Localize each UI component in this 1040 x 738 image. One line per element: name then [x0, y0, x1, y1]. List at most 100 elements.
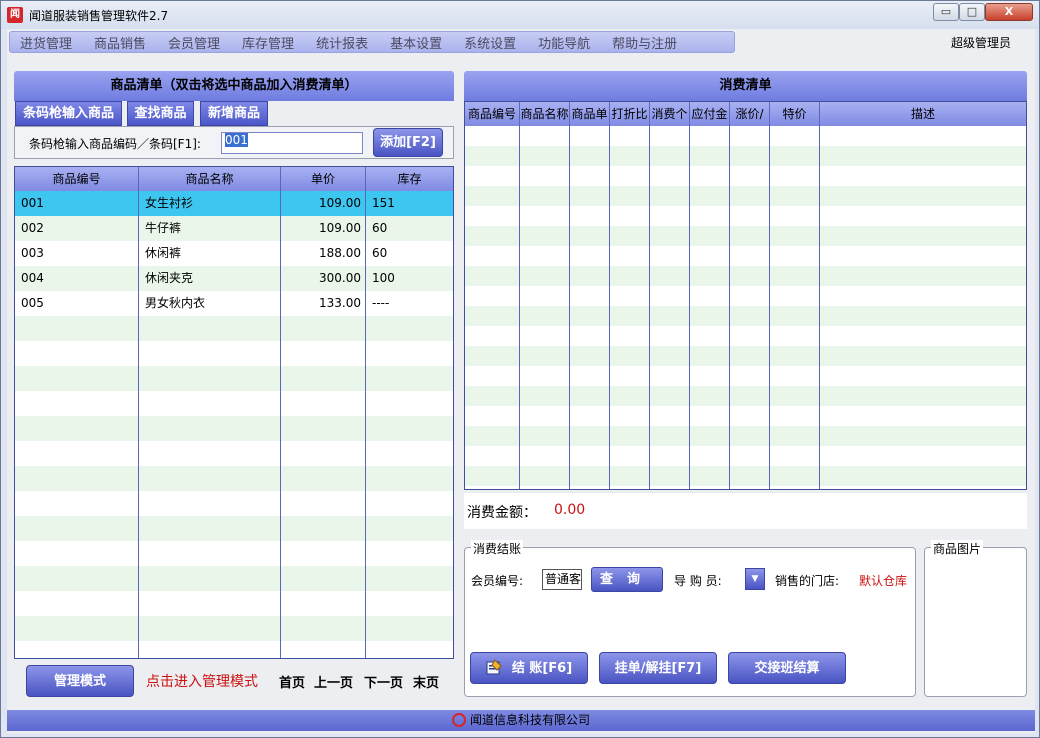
table-row[interactable] [465, 146, 1026, 166]
close-button[interactable]: X [985, 3, 1033, 21]
table-row[interactable] [465, 426, 1026, 446]
management-mode-hint[interactable]: 点击进入管理模式 [146, 671, 258, 691]
hang-order-button[interactable]: 挂单/解挂[F7] [599, 652, 717, 684]
consume-col-divider [819, 126, 820, 489]
menu-item-reports[interactable]: 统计报表 [316, 33, 368, 52]
table-row[interactable] [15, 516, 453, 541]
minimize-button[interactable]: ▭ [933, 3, 959, 21]
table-cell: 109.00 [319, 196, 361, 210]
col-header-unit-price[interactable]: 商品单 [570, 102, 610, 126]
user-role-label: 超级管理员 [951, 36, 1012, 50]
shift-handover-button[interactable]: 交接班结算 [728, 652, 846, 684]
col-header-code[interactable]: 商品编号 [465, 102, 520, 126]
pager-last[interactable]: 末页 [413, 672, 439, 691]
menu-item-sales[interactable]: 商品销售 [94, 33, 146, 52]
table-row[interactable] [15, 591, 453, 616]
table-cell: 151 [372, 196, 395, 210]
consume-col-divider [689, 126, 690, 489]
chevron-down-icon: ▼ [751, 574, 759, 584]
table-row[interactable] [15, 541, 453, 566]
product-image-title: 商品图片 [931, 540, 984, 557]
table-row[interactable] [465, 366, 1026, 386]
table-row[interactable]: 004 休闲夹克 300.00 100 [15, 266, 453, 291]
table-row[interactable]: 002 牛仔裤 109.00 60 [15, 216, 453, 241]
col-header-quantity[interactable]: 消费个 [650, 102, 690, 126]
tab-barcode-input[interactable]: 条码枪输入商品 [15, 101, 122, 126]
table-row[interactable] [465, 286, 1026, 306]
barcode-input-value: 001 [225, 133, 248, 147]
table-row[interactable]: 003 休闲裤 188.00 60 [15, 241, 453, 266]
table-row[interactable] [15, 641, 453, 658]
table-row[interactable] [465, 346, 1026, 366]
guide-label: 导 购 员: [674, 574, 722, 588]
table-row[interactable] [465, 466, 1026, 486]
company-name: 闻道信息科技有限公司 [469, 713, 590, 727]
table-row[interactable] [465, 186, 1026, 206]
table-cell: 牛仔裤 [145, 221, 182, 235]
table-row[interactable]: 001 女生衬衫 109.00 151 [15, 191, 453, 216]
barcode-input[interactable]: 001 [221, 132, 363, 154]
table-row[interactable] [465, 126, 1026, 146]
table-row[interactable] [465, 306, 1026, 326]
table-row[interactable] [465, 486, 1026, 489]
table-row[interactable] [15, 391, 453, 416]
pager-prev[interactable]: 上一页 [314, 672, 353, 691]
table-row[interactable] [15, 441, 453, 466]
table-row[interactable] [15, 491, 453, 516]
col-header-name[interactable]: 商品名称 [139, 167, 281, 191]
guide-dropdown[interactable]: ▼ [745, 568, 765, 590]
menu-bar: 进货管理 商品销售 会员管理 库存管理 统计报表 基本设置 系统设置 功能导航 … [9, 31, 735, 53]
menu-item-basic-settings[interactable]: 基本设置 [390, 33, 442, 52]
table-row[interactable] [15, 466, 453, 491]
table-row[interactable] [465, 166, 1026, 186]
col-header-price[interactable]: 单价 [281, 167, 366, 191]
col-header-code[interactable]: 商品编号 [15, 167, 139, 191]
table-row[interactable] [15, 616, 453, 641]
tab-find-goods[interactable]: 查找商品 [127, 101, 194, 126]
col-header-special[interactable]: 特价 [770, 102, 820, 126]
col-header-discount[interactable]: 打折比 [610, 102, 650, 126]
member-id-input[interactable]: 普通客 [542, 569, 582, 590]
pager-next[interactable]: 下一页 [364, 672, 403, 691]
table-row[interactable] [465, 226, 1026, 246]
table-row[interactable] [15, 316, 453, 341]
management-mode-button[interactable]: 管理模式 [26, 665, 134, 697]
table-row[interactable] [465, 326, 1026, 346]
maximize-button[interactable]: □ [959, 3, 985, 21]
menu-item-navigation[interactable]: 功能导航 [538, 33, 590, 52]
menu-item-system-settings[interactable]: 系统设置 [464, 33, 516, 52]
menu-item-purchase[interactable]: 进货管理 [20, 33, 72, 52]
checkout-button[interactable]: 结 账[F6] [470, 652, 588, 684]
table-cell: 001 [21, 196, 44, 210]
col-header-stock[interactable]: 库存 [366, 167, 453, 191]
goods-col-divider [280, 191, 281, 658]
menu-item-help[interactable]: 帮助与注册 [612, 33, 677, 52]
col-header-name[interactable]: 商品名称 [520, 102, 570, 126]
tab-new-goods[interactable]: 新增商品 [200, 101, 268, 126]
table-row[interactable] [15, 566, 453, 591]
amount-label: 消费金额： [467, 505, 537, 521]
barcode-label: 条码枪输入商品编码／条码[F1]: [29, 137, 201, 151]
goods-panel-title: 商品清单（双击将选中商品加入消费清单） [14, 71, 454, 101]
col-header-payable[interactable]: 应付金 [690, 102, 730, 126]
table-row[interactable]: 005 男女秋内衣 133.00 ---- [15, 291, 453, 316]
pager-first[interactable]: 首页 [279, 672, 305, 691]
menu-item-inventory[interactable]: 库存管理 [242, 33, 294, 52]
col-header-markup[interactable]: 涨价/ [730, 102, 770, 126]
table-row[interactable] [465, 266, 1026, 286]
query-button[interactable]: 查询 [591, 567, 663, 592]
table-cell: ---- [372, 296, 390, 310]
checkout-group: 消费结账 会员编号: 普通客 查询 导 购 员: ▼ 销售的门店: 默认仓库 结… [464, 540, 916, 697]
add-goods-button[interactable]: 添加[F2] [373, 128, 443, 157]
table-row[interactable] [15, 341, 453, 366]
table-row[interactable] [15, 366, 453, 391]
title-bar[interactable]: 闻 闻道服装销售管理软件2.7 ▭ □ X [1, 1, 1039, 29]
table-row[interactable] [15, 416, 453, 441]
table-row[interactable] [465, 386, 1026, 406]
table-row[interactable] [465, 206, 1026, 226]
col-header-description[interactable]: 描述 [820, 102, 1026, 126]
table-row[interactable] [465, 446, 1026, 466]
menu-item-members[interactable]: 会员管理 [168, 33, 220, 52]
table-row[interactable] [465, 406, 1026, 426]
table-row[interactable] [465, 246, 1026, 266]
